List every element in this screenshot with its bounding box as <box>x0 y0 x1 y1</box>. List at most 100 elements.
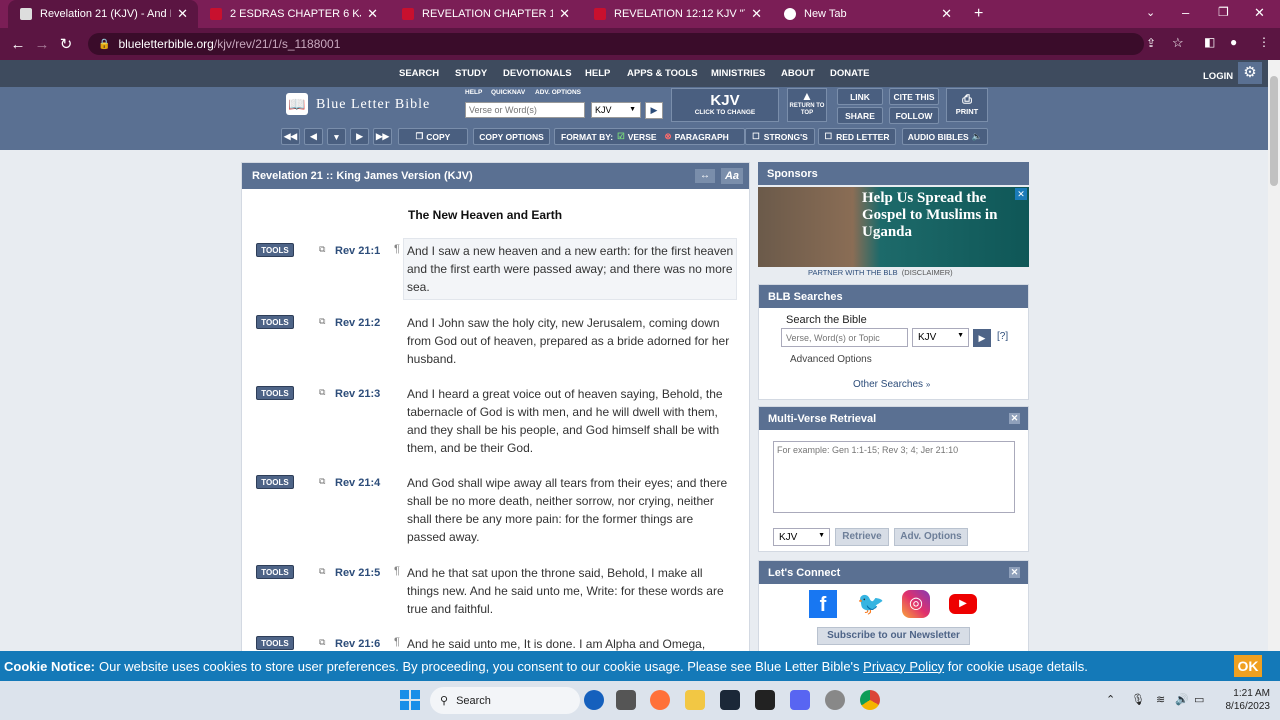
chrome-taskbar-icon[interactable] <box>860 690 880 710</box>
close-icon[interactable]: ✕ <box>941 6 952 22</box>
partner-link[interactable]: PARTNER WITH THE BLB <box>808 268 898 277</box>
menu-icon[interactable]: ⋮ <box>1258 35 1270 49</box>
blb-logo-icon[interactable]: 📖 <box>286 93 308 115</box>
verse-ref-21-3[interactable]: Rev 21:3 <box>335 388 380 400</box>
copy-verse-icon[interactable]: ⧉ <box>319 244 325 255</box>
copy-verse-icon[interactable]: ⧉ <box>319 316 325 327</box>
tab-search-chevron-icon[interactable]: ⌄ <box>1146 6 1155 19</box>
copy-options-button[interactable]: COPY OPTIONS <box>473 128 550 145</box>
app-icon[interactable] <box>825 690 845 710</box>
advanced-options-link[interactable]: Advanced Options <box>790 354 872 365</box>
tab-revelation-12-12[interactable]: REVELATION 12:12 KJV "Therefor ✕ <box>582 0 772 28</box>
search-help-link[interactable]: [?] <box>997 331 1008 342</box>
taskbar-clock[interactable]: 1:21 AM 8/16/2023 <box>1214 687 1271 713</box>
retrieve-button[interactable]: Retrieve <box>835 528 889 546</box>
mvr-adv-options-button[interactable]: Adv. Options <box>894 528 968 546</box>
nav-help[interactable]: HELP <box>585 68 610 79</box>
nav-search[interactable]: SEARCH <box>399 68 439 79</box>
settings-gear-icon[interactable]: ⚙ <box>1238 62 1262 84</box>
verse-ref-21-4[interactable]: Rev 21:4 <box>335 477 380 489</box>
new-tab-plus-icon[interactable]: + <box>974 5 983 23</box>
bing-icon[interactable] <box>584 690 604 710</box>
forward-icon[interactable]: → <box>30 36 54 53</box>
scrollbar-thumb[interactable] <box>1270 76 1278 186</box>
sidebar-version-select[interactable]: KJV ▼ <box>912 328 969 347</box>
follow-button[interactable]: FOLLOW <box>889 107 939 124</box>
tab-new-tab[interactable]: New Tab ✕ <box>772 0 962 28</box>
twitter-icon[interactable]: 🐦 <box>857 590 885 618</box>
minimize-icon[interactable]: – <box>1182 5 1189 20</box>
site-logo-text[interactable]: Blue Letter Bible <box>316 97 430 113</box>
close-icon[interactable]: ✕ <box>1015 188 1027 200</box>
font-size-button[interactable]: Aa <box>721 168 743 184</box>
steam-icon[interactable] <box>720 690 740 710</box>
privacy-policy-link[interactable]: Privacy Policy <box>863 659 944 674</box>
disclaimer-link[interactable]: (DISCLAIMER) <box>902 268 953 277</box>
wifi-icon[interactable]: ≋ <box>1156 693 1165 706</box>
paragraph-x-icon[interactable]: ⊗ <box>665 131 672 142</box>
mvr-textarea[interactable] <box>773 441 1015 513</box>
share-button[interactable]: SHARE <box>837 107 883 124</box>
close-icon[interactable]: ✕ <box>1009 567 1020 578</box>
copy-verse-icon[interactable]: ⧉ <box>319 476 325 487</box>
nav-study[interactable]: STUDY <box>455 68 487 79</box>
tools-button-21-4[interactable]: TOOLS <box>256 475 294 489</box>
bookmark-star-icon[interactable]: ☆ <box>1172 35 1184 51</box>
window-close-icon[interactable]: ✕ <box>1254 5 1265 21</box>
copy-verse-icon[interactable]: ⧉ <box>319 387 325 398</box>
discord-icon[interactable] <box>790 690 810 710</box>
nav-apps-tools[interactable]: APPS & TOOLS <box>627 68 698 79</box>
share-icon[interactable]: ⇪ <box>1146 36 1156 50</box>
copy-verse-icon[interactable]: ⧉ <box>319 566 325 577</box>
facebook-icon[interactable]: f <box>809 590 837 618</box>
link-button[interactable]: LINK <box>837 88 883 105</box>
login-link[interactable]: LOGIN <box>1203 71 1233 82</box>
newsletter-button[interactable]: Subscribe to our Newsletter <box>817 627 970 645</box>
version-select[interactable]: KJV ▼ <box>591 102 641 118</box>
file-manager-icon[interactable] <box>616 690 636 710</box>
verse-option[interactable]: VERSE <box>628 132 657 142</box>
instagram-icon[interactable]: ◎ <box>902 590 930 618</box>
verse-ref-21-1[interactable]: Rev 21:1 <box>335 245 380 257</box>
verse-ref-21-2[interactable]: Rev 21:2 <box>335 317 380 329</box>
tools-button-21-6[interactable]: TOOLS <box>256 636 294 650</box>
verse-check-icon[interactable]: ☑ <box>617 131 625 142</box>
audio-bibles-button[interactable]: AUDIO BIBLES 🔈 <box>902 128 988 145</box>
next-chapter-icon[interactable]: ▶ <box>350 128 369 145</box>
paragraph-option[interactable]: PARAGRAPH <box>675 132 729 142</box>
tray-chevron-up-icon[interactable]: ⌃ <box>1106 693 1115 706</box>
reload-icon[interactable]: ↻ <box>54 35 78 53</box>
other-searches-link[interactable]: Other Searches » <box>853 379 930 390</box>
back-icon[interactable]: ← <box>6 36 30 53</box>
verse-ref-21-6[interactable]: Rev 21:6 <box>335 638 380 650</box>
tools-button-21-3[interactable]: TOOLS <box>256 386 294 400</box>
nav-devotionals[interactable]: DEVOTIONALS <box>503 68 572 79</box>
print-button[interactable]: ⎙ PRINT <box>946 88 988 122</box>
taskbar-search[interactable]: ⚲ Search <box>430 687 580 714</box>
windows-start-icon[interactable] <box>400 690 420 710</box>
maximize-icon[interactable]: ❐ <box>1218 5 1229 19</box>
side-panel-icon[interactable]: ◧ <box>1204 35 1215 49</box>
cite-this-button[interactable]: CITE THIS <box>889 88 939 105</box>
quicknav-link[interactable]: QUICKNAV <box>491 89 525 96</box>
epic-games-icon[interactable] <box>755 690 775 710</box>
file-explorer-icon[interactable] <box>685 690 705 710</box>
nav-donate[interactable]: DONATE <box>830 68 869 79</box>
address-bar[interactable]: 🔒 blueletterbible.org/kjv/rev/21/1/s_118… <box>88 33 1144 55</box>
strongs-toggle[interactable]: ☐ STRONG'S <box>745 128 815 145</box>
return-to-top-button[interactable]: ▲ RETURN TO TOP <box>787 88 827 122</box>
microphone-icon[interactable]: 🎙 <box>1131 693 1145 706</box>
red-letter-toggle[interactable]: ☐ RED LETTER <box>818 128 896 145</box>
first-chapter-icon[interactable]: ◀◀ <box>281 128 300 145</box>
cookie-ok-button[interactable]: OK <box>1234 655 1262 677</box>
close-icon[interactable]: ✕ <box>559 6 570 22</box>
close-icon[interactable]: ✕ <box>1009 413 1020 424</box>
page-scrollbar[interactable] <box>1268 60 1280 651</box>
sponsor-banner[interactable]: Help Us Spread the Gospel to Muslims in … <box>758 187 1029 267</box>
profile-icon[interactable]: ● <box>1230 35 1237 49</box>
search-go-button[interactable]: ▶ <box>645 102 663 119</box>
close-icon[interactable]: ✕ <box>367 6 378 22</box>
tools-button-21-1[interactable]: TOOLS <box>256 243 294 257</box>
close-icon[interactable]: ✕ <box>751 6 762 22</box>
previous-chapter-icon[interactable]: ◀ <box>304 128 323 145</box>
